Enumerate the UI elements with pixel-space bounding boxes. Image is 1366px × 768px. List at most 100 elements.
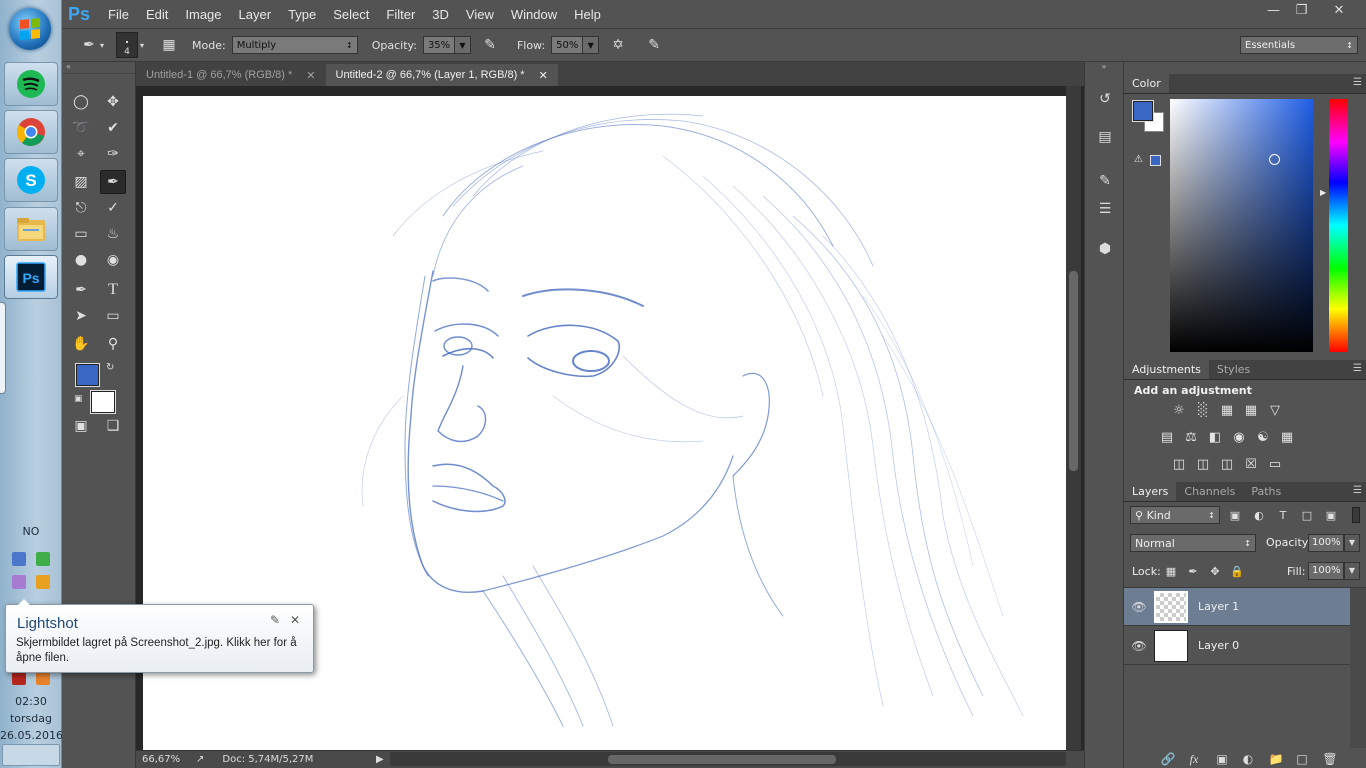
lock-image-icon[interactable]: ✒ [1184, 563, 1202, 579]
layer-opacity-input[interactable]: 100% [1308, 534, 1344, 552]
flow-input[interactable]: 50% [551, 36, 584, 54]
add-mask-icon[interactable]: ▣ [1212, 750, 1232, 768]
web-safe-swatch[interactable] [1150, 155, 1161, 166]
tab-layers[interactable]: Layers [1124, 482, 1177, 501]
taskbar-spotify[interactable] [4, 62, 58, 106]
filter-adjustment-icon[interactable]: ◐ [1250, 507, 1268, 523]
3d-panel-button[interactable]: ⬢ [1093, 238, 1117, 260]
screen-mode-button[interactable]: ❑ [100, 414, 126, 438]
menu-filter[interactable]: Filter [386, 7, 415, 22]
layer-blend-mode-select[interactable]: Normal ↕ [1130, 534, 1256, 552]
path-selection-tool[interactable]: ➤ [68, 304, 94, 328]
dodge-tool[interactable]: ◉ [100, 248, 126, 272]
tray-app-icon[interactable] [36, 575, 50, 589]
foreground-color-swatch[interactable] [75, 363, 100, 387]
background-color-swatch[interactable] [90, 390, 116, 414]
menu-layer[interactable]: Layer [239, 7, 272, 22]
brush-size-preview[interactable]: 4 [116, 32, 139, 58]
crop-tool[interactable]: ⌖ [68, 142, 94, 166]
new-layer-icon[interactable]: □ [1292, 750, 1312, 768]
eyedropper-tool[interactable]: ✑ [100, 142, 126, 166]
layer-filter-select[interactable]: ⚲ Kind ↕ [1130, 506, 1220, 524]
taskbar-skype[interactable]: S [4, 158, 58, 202]
default-colors-icon[interactable]: ▣ [74, 394, 83, 404]
menu-image[interactable]: Image [185, 7, 221, 22]
tab-untitled-2[interactable]: Untitled-2 @ 66,7% (Layer 1, RGB/8) * ✕ [325, 64, 558, 86]
link-layers-icon[interactable]: 🔗 [1158, 750, 1178, 768]
pressure-size-button[interactable]: ✎ [643, 34, 665, 56]
workspace-select[interactable]: Essentials ↕ [1240, 36, 1358, 54]
layer-row[interactable]: 👁 Layer 0 [1124, 627, 1350, 665]
chevron-down-icon[interactable]: ▼ [1344, 562, 1360, 580]
show-desktop-button[interactable] [2, 744, 60, 766]
brightness-icon[interactable]: ☼ [1170, 402, 1188, 418]
pen-tool[interactable]: ✒ [68, 278, 94, 302]
hand-tool[interactable]: ✋ [68, 332, 94, 356]
system-clock[interactable]: 02:30 torsdag 26.05.2016 [0, 693, 63, 744]
tab-paths[interactable]: Paths [1243, 482, 1289, 501]
hue-saturation-icon[interactable]: ▤ [1158, 429, 1176, 445]
vertical-scroll-thumb[interactable] [1069, 271, 1078, 471]
move-tool[interactable]: ✥ [100, 90, 126, 114]
close-icon[interactable]: ✕ [306, 69, 315, 82]
close-button[interactable]: ✕ [1324, 0, 1354, 20]
properties-panel-button[interactable]: ▤ [1093, 126, 1117, 148]
hue-slider[interactable] [1329, 99, 1348, 352]
acrobat-icon[interactable] [12, 671, 26, 685]
horizontal-scrollbar[interactable] [390, 752, 1066, 766]
layer-row[interactable]: 👁 Layer 1 [1124, 588, 1350, 626]
chevron-down-icon[interactable]: ▾ [140, 41, 144, 50]
history-brush-tool[interactable]: ✓ [100, 196, 126, 220]
lasso-tool[interactable]: ➰ [68, 116, 94, 140]
start-button[interactable] [9, 8, 51, 50]
close-icon[interactable]: ✕ [539, 69, 548, 82]
menu-file[interactable]: File [108, 7, 129, 22]
quick-select-tool[interactable]: ✔ [100, 116, 126, 140]
color-lookup-icon[interactable]: ▦ [1278, 429, 1296, 445]
chevron-down-icon[interactable]: ▼ [1344, 534, 1360, 552]
pin-icon[interactable]: ✎ [268, 613, 282, 627]
filter-smart-object-icon[interactable]: ▣ [1322, 507, 1340, 523]
levels-icon[interactable]: ░ [1194, 402, 1212, 418]
new-adjustment-icon[interactable]: ◐ [1238, 750, 1258, 768]
black-white-icon[interactable]: ◧ [1206, 429, 1224, 445]
tab-color[interactable]: Color [1124, 74, 1169, 93]
export-icon[interactable]: ↗ [196, 754, 204, 765]
eraser-tool[interactable]: ▭ [68, 222, 94, 246]
type-tool[interactable]: T [100, 278, 126, 302]
quick-mask-button[interactable]: ▣ [68, 414, 94, 438]
hue-slider-handle-icon[interactable]: ▶ [1320, 188, 1326, 197]
brush-panel-toggle[interactable]: ▦ [158, 34, 180, 56]
toolbox-collapse[interactable]: « [62, 62, 135, 74]
clone-stamp-tool[interactable]: ⎋ [68, 196, 94, 220]
healing-brush-tool[interactable]: ▨ [68, 170, 94, 194]
lock-all-icon[interactable]: 🔒 [1228, 563, 1246, 579]
tab-adjustments[interactable]: Adjustments [1124, 360, 1209, 379]
pressure-opacity-button[interactable]: ✎ [479, 34, 501, 56]
filter-shape-icon[interactable]: □ [1298, 507, 1316, 523]
filter-pixel-icon[interactable]: ▣ [1226, 507, 1244, 523]
tray-update-icon[interactable] [36, 671, 50, 685]
layer-name[interactable]: Layer 1 [1198, 600, 1239, 613]
menu-type[interactable]: Type [288, 7, 316, 22]
layer-name[interactable]: Layer 0 [1198, 639, 1239, 652]
eye-icon[interactable]: 👁 [1124, 600, 1154, 614]
trash-icon[interactable]: 🗑 [1320, 750, 1340, 768]
taskbar-chrome[interactable] [4, 110, 58, 154]
panel-menu-icon[interactable]: ☰ [1353, 363, 1362, 374]
brush-settings-button[interactable]: ☰ [1093, 198, 1117, 220]
brush-tool[interactable]: ✒ [100, 170, 126, 194]
layers-scrollbar[interactable] [1350, 588, 1366, 748]
taskbar-explorer[interactable] [4, 207, 58, 251]
minimize-button[interactable]: — [1260, 0, 1287, 20]
marquee-tool[interactable]: ◯ [68, 90, 94, 114]
color-saturation-field[interactable] [1170, 99, 1313, 352]
security-shield-icon[interactable] [36, 552, 50, 566]
brush-preset-picker[interactable]: ✒ [78, 34, 100, 56]
brush-presets-button[interactable]: ✎ [1093, 170, 1117, 192]
color-picker-ring[interactable] [1269, 154, 1280, 165]
zoom-level[interactable]: 66,67% [142, 754, 190, 765]
channel-mixer-icon[interactable]: ☯ [1254, 429, 1272, 445]
rectangle-tool[interactable]: ▭ [100, 304, 126, 328]
restore-button[interactable]: ❐ [1288, 0, 1315, 20]
